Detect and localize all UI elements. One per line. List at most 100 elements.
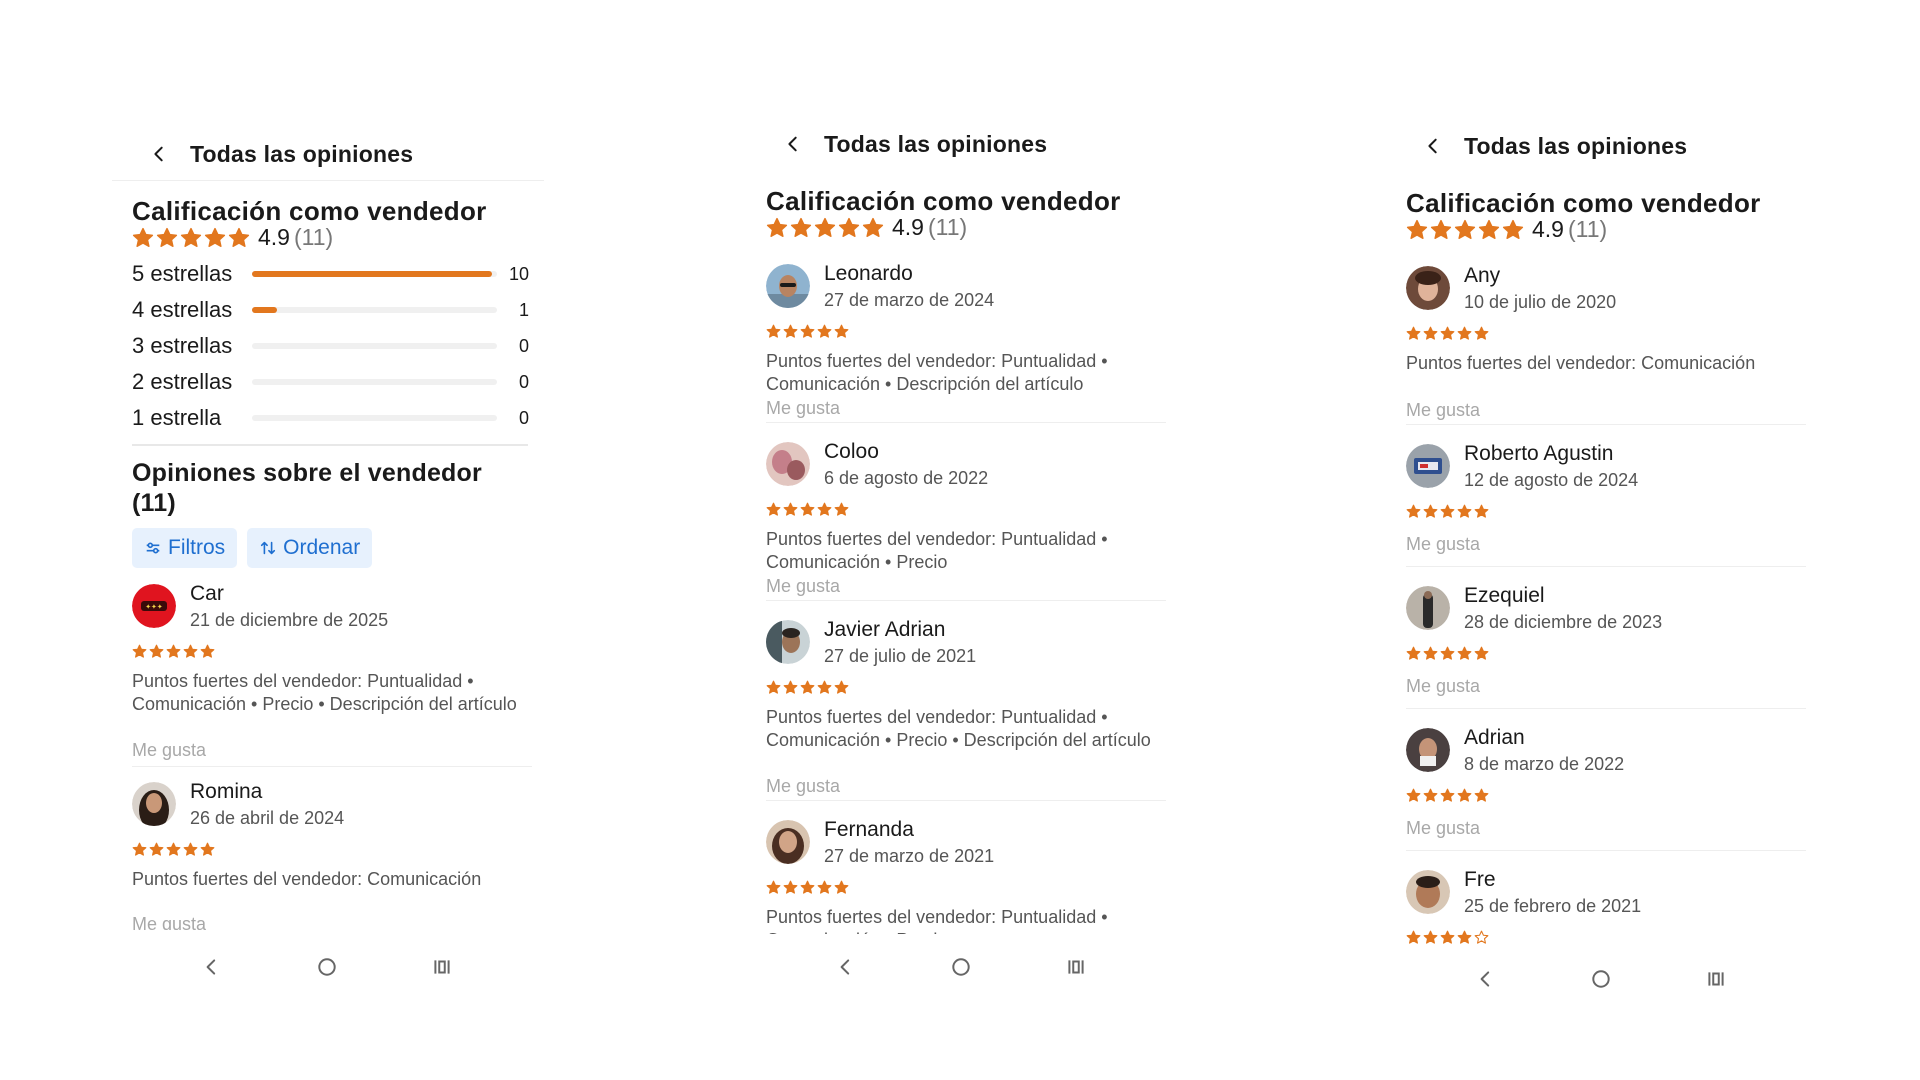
page-title: Todas las opiniones bbox=[1464, 132, 1688, 159]
seller-rating-summary: 4.9 (11) bbox=[1406, 216, 1607, 243]
chevron-left-icon[interactable] bbox=[1420, 133, 1446, 159]
reviewer-name: Fre bbox=[1464, 868, 1496, 891]
star-filled-icon bbox=[1474, 504, 1489, 518]
nav-back-icon[interactable] bbox=[826, 950, 866, 984]
histogram-bar bbox=[252, 307, 497, 313]
star-filled-icon bbox=[1423, 930, 1438, 944]
nav-recents-icon[interactable] bbox=[422, 950, 462, 984]
review-stars bbox=[766, 680, 849, 695]
reviewer-name: Javier Adrian bbox=[824, 618, 946, 641]
seller-rating-title: Calificación como vendedor bbox=[766, 186, 1121, 216]
reviewer-name: Coloo bbox=[824, 440, 879, 463]
nav-recents-icon[interactable] bbox=[1056, 950, 1096, 984]
review-divider bbox=[766, 800, 1166, 801]
review-date: 27 de marzo de 2021 bbox=[824, 846, 995, 866]
star-filled-icon bbox=[1423, 326, 1438, 340]
like-button[interactable]: Me gusta bbox=[1406, 818, 1480, 839]
reviewer-name: Ezequiel bbox=[1464, 584, 1545, 607]
star-filled-icon bbox=[149, 644, 164, 658]
histogram-label: 3 estrellas bbox=[132, 333, 233, 358]
like-button[interactable]: Me gusta bbox=[1406, 400, 1480, 421]
like-button[interactable]: Me gusta bbox=[766, 576, 840, 597]
chevron-left-icon[interactable] bbox=[146, 141, 172, 167]
nav-back-icon[interactable] bbox=[1466, 962, 1506, 996]
star-filled-icon bbox=[228, 227, 250, 247]
reviews-list: Leonardo 27 de marzo de 2024 Puntos fuer… bbox=[766, 262, 1186, 934]
avatar bbox=[1406, 444, 1450, 488]
histogram-label: 1 estrella bbox=[132, 405, 222, 430]
nav-back-icon[interactable] bbox=[192, 950, 232, 984]
histogram-bar-fill bbox=[252, 307, 277, 313]
star-filled-icon bbox=[1440, 788, 1455, 802]
review-date: 12 de agosto de 2024 bbox=[1464, 470, 1639, 490]
star-filled-icon bbox=[766, 680, 781, 694]
header: Todas las opiniones bbox=[1406, 126, 1687, 166]
review-divider bbox=[1406, 850, 1806, 851]
star-filled-icon bbox=[834, 324, 849, 338]
like-button[interactable]: Me gusta bbox=[132, 914, 206, 930]
star-filled-icon bbox=[132, 227, 154, 247]
star-filled-icon bbox=[817, 680, 832, 694]
histogram-count: 10 bbox=[508, 263, 529, 284]
star-filled-icon bbox=[1430, 219, 1452, 239]
star-filled-icon bbox=[166, 644, 181, 658]
like-button[interactable]: Me gusta bbox=[1406, 676, 1480, 697]
header: Todas las opiniones bbox=[132, 134, 413, 174]
avatar bbox=[766, 620, 810, 664]
review-stars bbox=[1406, 930, 1489, 945]
review-stars bbox=[1406, 326, 1489, 341]
nav-home-icon[interactable] bbox=[1581, 962, 1621, 996]
header-divider bbox=[112, 180, 544, 181]
reviews-list: Any 10 de julio de 2020 Puntos fuertes d… bbox=[1406, 264, 1826, 946]
review-text: Puntos fuertes del vendedor: Comunicació… bbox=[1406, 353, 1756, 373]
sort-button[interactable]: Ordenar bbox=[247, 528, 373, 568]
star-filled-icon bbox=[183, 644, 198, 658]
reviewer-name: Fernanda bbox=[824, 818, 914, 841]
star-filled-icon bbox=[1406, 646, 1421, 660]
review-divider bbox=[766, 422, 1166, 423]
like-button[interactable]: Me gusta bbox=[766, 776, 840, 797]
histogram-count: 1 bbox=[518, 299, 529, 320]
star-filled-icon bbox=[1474, 788, 1489, 802]
filters-button[interactable]: Filtros bbox=[132, 528, 238, 568]
star-filled-icon bbox=[204, 227, 226, 247]
star-filled-icon bbox=[1406, 788, 1421, 802]
nav-recents-icon[interactable] bbox=[1696, 962, 1736, 996]
star-filled-icon bbox=[1440, 930, 1455, 944]
star-filled-icon bbox=[834, 880, 849, 894]
review-date: 27 de julio de 2021 bbox=[824, 646, 977, 666]
review-date: 6 de agosto de 2022 bbox=[824, 468, 989, 488]
star-filled-icon bbox=[862, 217, 884, 237]
review-divider bbox=[1406, 424, 1806, 425]
star-filled-icon bbox=[1440, 326, 1455, 340]
star-filled-icon bbox=[1474, 326, 1489, 340]
reviewer-name: Roberto Agustin bbox=[1464, 442, 1614, 465]
review-stars bbox=[766, 324, 849, 339]
star-filled-icon bbox=[800, 680, 815, 694]
star-filled-icon bbox=[1457, 504, 1472, 518]
nav-home-icon[interactable] bbox=[307, 950, 347, 984]
histogram-row-3: 3 estrellas 0 bbox=[132, 328, 532, 364]
rating-histogram: 5 estrellas 10 4 estrellas 1 3 estrellas… bbox=[132, 256, 532, 436]
sort-arrows-icon bbox=[261, 541, 276, 555]
star-filled-icon bbox=[766, 324, 781, 338]
star-filled-icon bbox=[1440, 504, 1455, 518]
reviews-list: ✦✦✦ Car 21 de diciembre de 2025 Puntos f… bbox=[132, 582, 552, 930]
star-filled-icon bbox=[156, 227, 178, 247]
like-button[interactable]: Me gusta bbox=[766, 398, 840, 419]
histogram-bar-fill bbox=[252, 271, 493, 277]
star-filled-icon bbox=[1474, 646, 1489, 660]
like-button[interactable]: Me gusta bbox=[1406, 534, 1480, 555]
histogram-label: 2 estrellas bbox=[132, 369, 233, 394]
chevron-left-icon[interactable] bbox=[780, 131, 806, 157]
histogram-bar bbox=[252, 415, 497, 421]
nav-home-icon[interactable] bbox=[941, 950, 981, 984]
star-filled-icon bbox=[800, 502, 815, 516]
review-date: 27 de marzo de 2024 bbox=[824, 290, 995, 310]
review-stars bbox=[1406, 504, 1489, 519]
review-text: Puntos fuertes del vendedor: Comunicació… bbox=[132, 869, 482, 889]
like-button[interactable]: Me gusta bbox=[132, 740, 206, 761]
reviewer-name: Romina bbox=[190, 780, 263, 803]
rating-value: 4.9 bbox=[1532, 216, 1564, 242]
seller-rating-summary: 4.9 (11) bbox=[132, 224, 333, 251]
